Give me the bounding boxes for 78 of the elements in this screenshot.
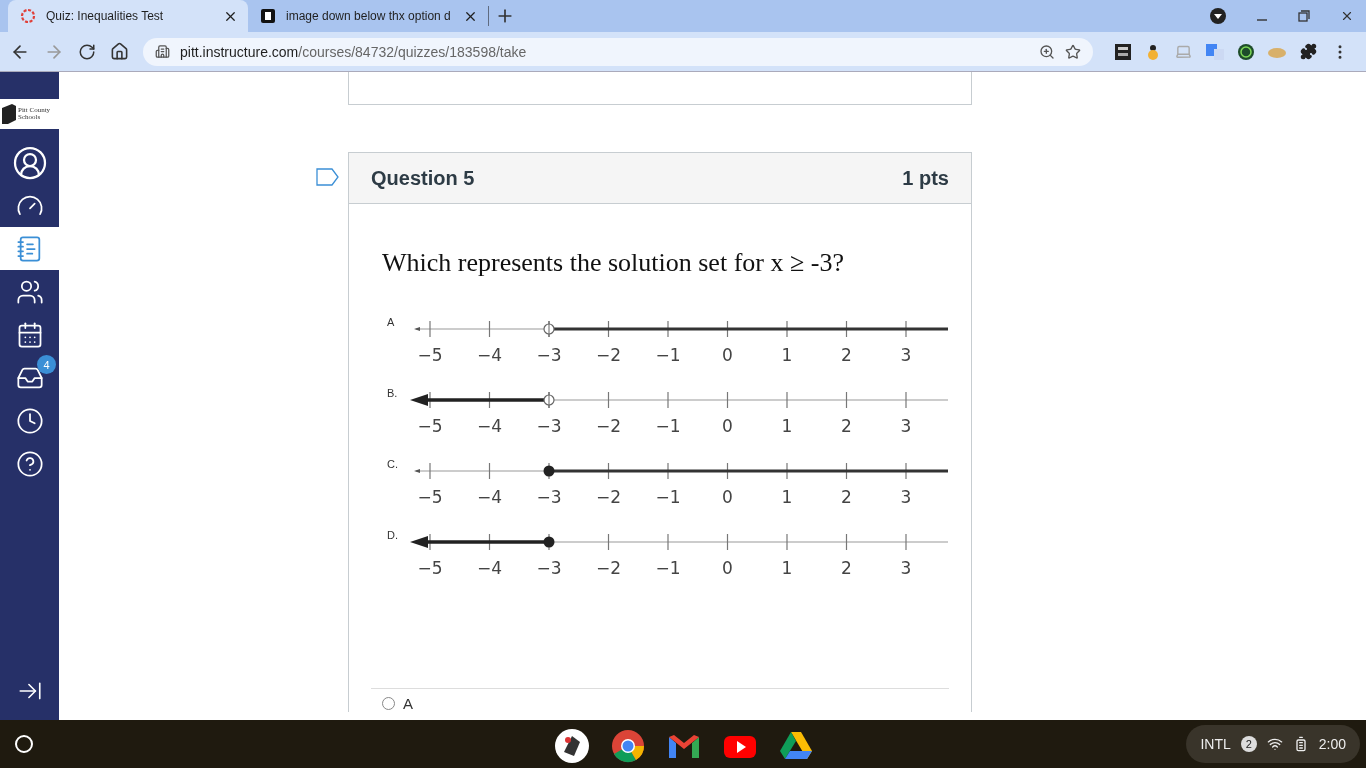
answer-label: A <box>403 695 413 712</box>
app-icon[interactable] <box>554 728 590 764</box>
tick-label: −3 <box>536 487 562 507</box>
tick-label: 2 <box>841 558 852 578</box>
close-icon[interactable] <box>1340 9 1354 23</box>
tick-label: 3 <box>900 487 912 507</box>
tick-label: 3 <box>900 558 912 578</box>
tick-label: −4 <box>476 416 503 436</box>
tick-label: −5 <box>417 345 443 365</box>
tick-label: 0 <box>722 345 733 365</box>
tick-label: −4 <box>476 558 503 578</box>
tick-label: 2 <box>841 416 852 436</box>
tick-label: −5 <box>417 487 443 507</box>
ring-icon <box>20 8 36 24</box>
tick-label: 1 <box>781 558 793 578</box>
tick-label: 0 <box>722 416 733 436</box>
chrome-icon[interactable] <box>610 728 646 764</box>
address-bar[interactable]: pitt.instructure.com/courses/84732/quizzes/183598/take <box>143 37 1093 66</box>
option-label: B. <box>387 387 398 399</box>
browser-tab[interactable]: image down below thx option d <box>248 0 488 32</box>
clock-time: 2:00 <box>1318 736 1346 752</box>
tick-label: −1 <box>655 416 681 436</box>
logo-icon <box>2 104 16 124</box>
clock-icon <box>15 406 44 435</box>
tick-label: −5 <box>417 416 443 436</box>
help-icon <box>15 449 44 478</box>
tick-label: −3 <box>536 345 562 365</box>
option-label: D. <box>387 529 398 541</box>
tick-label: −2 <box>595 487 622 507</box>
tab-title: image down below thx option d <box>286 9 452 23</box>
tick-label: −3 <box>536 416 562 436</box>
tick-label: −2 <box>595 558 622 578</box>
tab-title: Quiz: Inequalities Test <box>46 9 165 23</box>
option-label: C. <box>387 458 398 470</box>
tick-label: −1 <box>655 558 681 578</box>
tick-label: 3 <box>900 345 912 365</box>
tick-label: −3 <box>536 558 562 578</box>
tick-label: −1 <box>655 487 681 507</box>
restore-icon[interactable] <box>1298 10 1310 22</box>
status-tray[interactable]: INTL 2 2:00 <box>1186 725 1360 763</box>
keyboard-layout: INTL <box>1200 736 1231 752</box>
tick-label: −5 <box>417 558 443 578</box>
tick-label: 1 <box>781 416 793 436</box>
tick-label: −1 <box>655 345 681 365</box>
browser-tab[interactable]: Quiz: Inequalities Test <box>8 0 248 32</box>
option-label: A <box>387 316 395 328</box>
account-icon <box>11 144 48 181</box>
tick-label: 0 <box>722 487 733 507</box>
extension-icon[interactable] <box>1115 43 1131 60</box>
tick-label: 2 <box>841 487 852 507</box>
tick-label: 1 <box>781 487 793 507</box>
zoom-icon[interactable] <box>1039 43 1055 60</box>
extensions-icon[interactable] <box>1300 43 1317 60</box>
launcher-icon[interactable] <box>14 734 34 754</box>
circle-logo-icon[interactable] <box>1238 43 1254 60</box>
star-icon[interactable] <box>1065 43 1081 60</box>
count-badge: 4 <box>37 355 56 374</box>
bookmark-icon[interactable] <box>316 168 340 186</box>
reload-icon[interactable] <box>78 42 96 61</box>
radio-button[interactable] <box>382 697 395 710</box>
tick-label: 1 <box>781 345 793 365</box>
tick-label: −2 <box>595 416 622 436</box>
question-points: 1 pts <box>902 166 949 190</box>
notification-count: 2 <box>1240 736 1257 752</box>
question-text: Which represents the solution set for x ≥ -3? <box>382 248 845 278</box>
home-icon[interactable] <box>110 42 129 61</box>
url-text: pitt.instructure.com/courses/84732/quizzes/183598/take <box>180 43 528 60</box>
tick-label: −4 <box>476 487 503 507</box>
square-icon <box>260 8 276 24</box>
tick-label: 3 <box>900 416 912 436</box>
dropdown-icon[interactable] <box>1210 8 1226 24</box>
site-info-icon[interactable] <box>155 44 170 59</box>
tick-label: 0 <box>722 558 733 578</box>
tick-label: 2 <box>841 345 852 365</box>
tick-label: −2 <box>595 345 622 365</box>
wifi-icon <box>1266 736 1283 752</box>
question-title: Question 5 <box>371 166 475 190</box>
tick-label: −4 <box>476 345 503 365</box>
